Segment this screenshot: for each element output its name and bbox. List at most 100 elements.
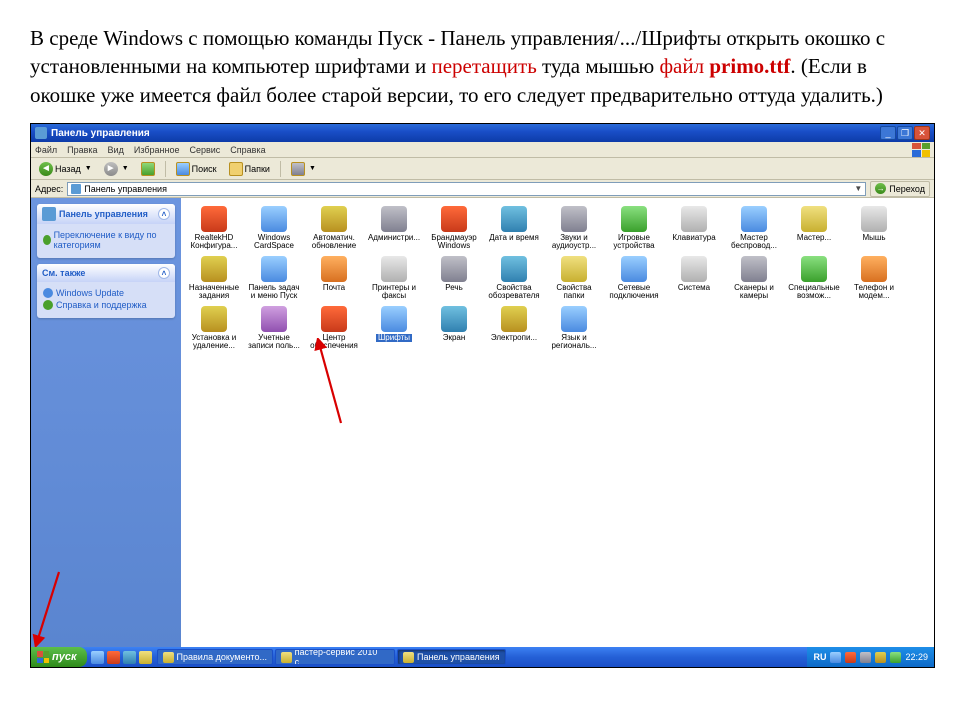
address-icon [71, 184, 81, 194]
close-button[interactable]: ✕ [914, 126, 930, 140]
tray-icon[interactable] [845, 652, 856, 663]
cp-item[interactable]: Шрифты [365, 304, 423, 352]
folders-button[interactable]: Папки [225, 160, 274, 178]
tray-lang[interactable]: RU [813, 652, 826, 662]
cp-item[interactable]: Свойства папки [545, 254, 603, 302]
cp-item-icon [201, 256, 227, 282]
tray-icon[interactable] [830, 652, 841, 663]
cp-item[interactable]: Принтеры и факсы [365, 254, 423, 302]
menu-fav[interactable]: Избранное [134, 145, 180, 155]
cp-item[interactable]: Телефон и модем... [845, 254, 903, 302]
toolbar: ◄Назад▼ ►▼ Поиск Папки ▼ [31, 158, 934, 180]
folder-up-icon [141, 162, 155, 176]
cp-item-label: Мышь [863, 234, 886, 242]
cp-item[interactable]: Назначенные задания [185, 254, 243, 302]
minimize-button[interactable]: _ [880, 126, 896, 140]
sidebar-link-windows-update[interactable]: Windows Update [43, 288, 169, 298]
cp-item-label: Телефон и модем... [846, 284, 902, 300]
menu-edit[interactable]: Правка [67, 145, 97, 155]
annotation-arrow-start [31, 567, 71, 647]
cp-item[interactable]: Сетевые подключения [605, 254, 663, 302]
sidebar-panel-cp: Панель управления ˄ Переключение к виду … [37, 204, 175, 258]
cp-item[interactable]: Система [665, 254, 723, 302]
system-tray[interactable]: RU 22:29 [807, 647, 934, 667]
cp-item-label: Мастер... [797, 234, 831, 242]
cp-item[interactable]: Игровые устройства [605, 204, 663, 252]
cp-item[interactable]: Звуки и аудиоустр... [545, 204, 603, 252]
cp-item[interactable]: Свойства обозревателя [485, 254, 543, 302]
tray-icon[interactable] [875, 652, 886, 663]
forward-button[interactable]: ►▼ [100, 160, 133, 178]
cp-item-label: Дата и время [489, 234, 539, 242]
cp-item[interactable]: Мастер... [785, 204, 843, 252]
cp-item-label: Электропи... [491, 334, 537, 342]
cp-item[interactable]: Windows CardSpace [245, 204, 303, 252]
taskbar-task[interactable]: Панель управления [397, 649, 506, 665]
views-button[interactable]: ▼ [287, 160, 320, 178]
icon-area[interactable]: RealtekHD Конфигура...Windows CardSpaceА… [181, 198, 934, 647]
cp-item[interactable]: Автоматич. обновление [305, 204, 363, 252]
control-panel-icon [42, 207, 56, 221]
cp-item-icon [801, 206, 827, 232]
quick-launch [87, 651, 156, 664]
cp-item[interactable]: Специальные возмож... [785, 254, 843, 302]
cp-item[interactable]: Электропи... [485, 304, 543, 352]
menu-file[interactable]: Файл [35, 145, 57, 155]
instruction-text: В среде Windows с помощью команды Пуск -… [30, 24, 930, 109]
cp-item[interactable]: Сканеры и камеры [725, 254, 783, 302]
ql-icon[interactable] [139, 651, 152, 664]
menu-view[interactable]: Вид [108, 145, 124, 155]
cp-item-icon [441, 206, 467, 232]
collapse-icon[interactable]: ˄ [158, 267, 170, 279]
cp-item[interactable]: Мастер беспровод... [725, 204, 783, 252]
cp-item[interactable]: Дата и время [485, 204, 543, 252]
search-button[interactable]: Поиск [172, 160, 221, 178]
panel-heading[interactable]: См. также ˄ [37, 264, 175, 282]
cp-item[interactable]: Язык и региональ... [545, 304, 603, 352]
tray-icon[interactable] [860, 652, 871, 663]
cp-item[interactable]: Мышь [845, 204, 903, 252]
cp-item-label: Администри... [368, 234, 420, 242]
tray-icon[interactable] [890, 652, 901, 663]
cp-item-label: Установка и удаление... [186, 334, 242, 350]
ql-icon[interactable] [123, 651, 136, 664]
cp-item-label: Принтеры и факсы [366, 284, 422, 300]
back-button[interactable]: ◄Назад▼ [35, 160, 96, 178]
task-icon [403, 652, 414, 663]
taskbar-task[interactable]: Правила документо... [157, 649, 273, 665]
cp-item-icon [621, 256, 647, 282]
window-title: Панель управления [51, 128, 880, 139]
cp-item[interactable]: Речь [425, 254, 483, 302]
cp-item[interactable]: Администри... [365, 204, 423, 252]
go-button[interactable]: →Переход [870, 181, 930, 197]
address-dropdown-icon[interactable]: ▼ [854, 184, 862, 193]
collapse-icon[interactable]: ˄ [158, 208, 170, 220]
cp-item[interactable]: Установка и удаление... [185, 304, 243, 352]
cp-item[interactable]: Панель задач и меню Пуск [245, 254, 303, 302]
tray-clock[interactable]: 22:29 [905, 652, 928, 662]
window-titlebar[interactable]: Панель управления _ ❐ ✕ [31, 124, 934, 142]
ql-icon[interactable] [91, 651, 104, 664]
sidebar-link-help[interactable]: Справка и поддержка [43, 300, 169, 310]
taskbar-task[interactable]: пастер-сервис 2010 с... [275, 649, 395, 665]
cp-item-icon [801, 256, 827, 282]
cp-item[interactable]: Учетные записи поль... [245, 304, 303, 352]
annotation-arrow-fonts [311, 338, 351, 428]
cp-item[interactable]: Клавиатура [665, 204, 723, 252]
menu-help[interactable]: Справка [230, 145, 265, 155]
address-input[interactable]: Панель управления ▼ [67, 182, 866, 196]
cp-item[interactable]: Брандмауэр Windows [425, 204, 483, 252]
sidebar-link-category-view[interactable]: Переключение к виду по категориям [43, 230, 169, 250]
cp-item[interactable]: Экран [425, 304, 483, 352]
panel-heading[interactable]: Панель управления ˄ [37, 204, 175, 224]
menu-tools[interactable]: Сервис [189, 145, 220, 155]
start-button[interactable]: пуск [31, 647, 87, 667]
globe-icon [43, 288, 53, 298]
up-button[interactable] [137, 160, 159, 178]
ql-icon[interactable] [107, 651, 120, 664]
maximize-button[interactable]: ❐ [897, 126, 913, 140]
cp-item-icon [321, 256, 347, 282]
cp-item[interactable]: RealtekHD Конфигура... [185, 204, 243, 252]
cp-item[interactable]: Почта [305, 254, 363, 302]
cp-item-label: Учетные записи поль... [246, 334, 302, 350]
